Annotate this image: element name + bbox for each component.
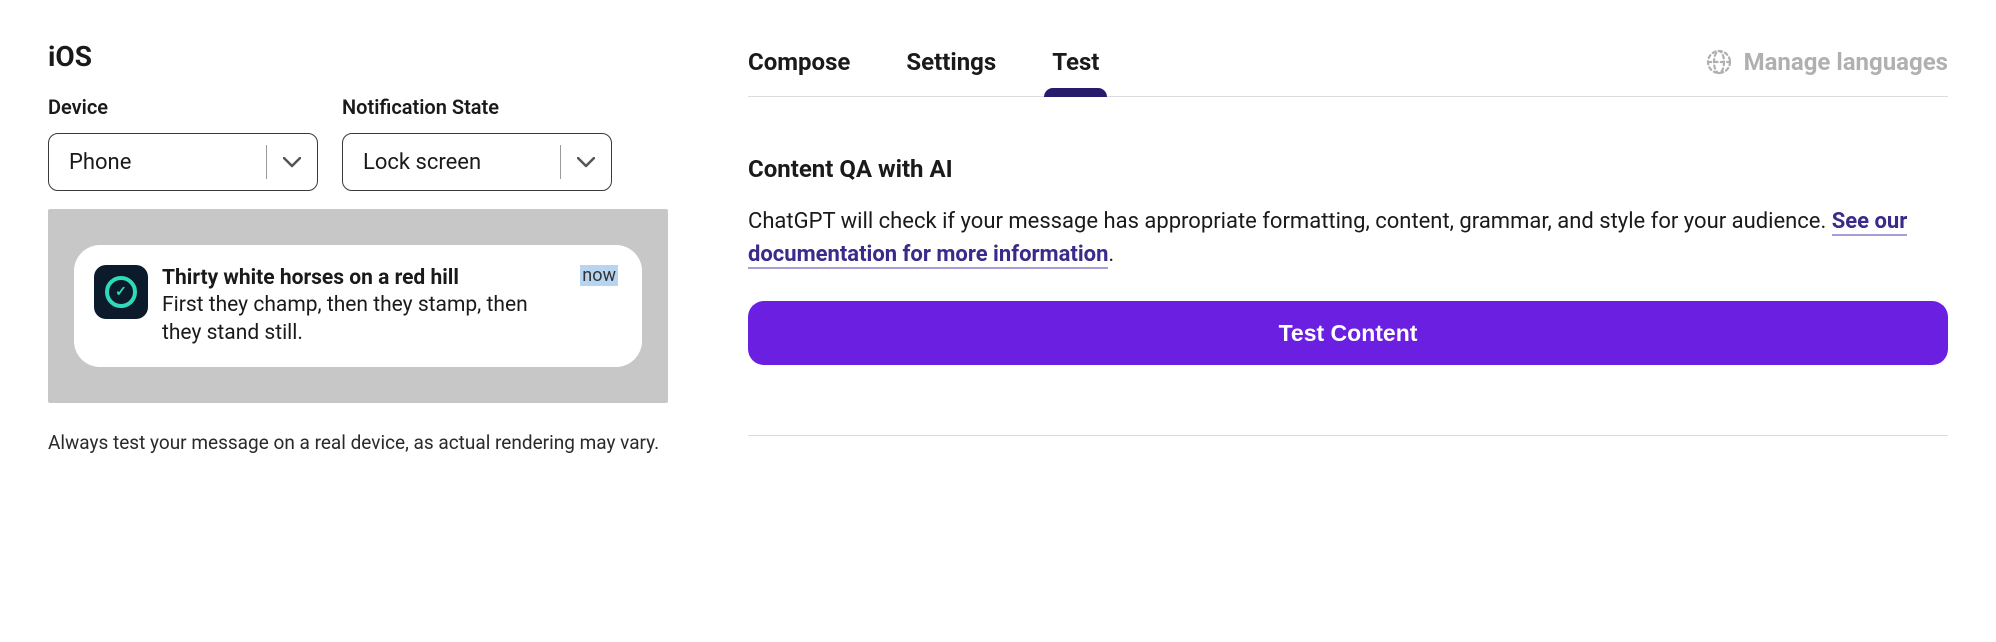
qa-desc-suffix: . xyxy=(1108,242,1114,267)
editor-panel: Compose Settings Test Manage languages C… xyxy=(748,40,1948,456)
state-select[interactable]: Lock screen xyxy=(342,133,612,191)
chevron-down-icon xyxy=(561,157,611,168)
chevron-down-icon xyxy=(267,157,317,168)
device-select-group: Device Phone xyxy=(48,95,318,191)
content-qa-description: ChatGPT will check if your message has a… xyxy=(748,205,1948,271)
tabs-row: Compose Settings Test Manage languages xyxy=(748,40,1948,97)
preview-helper-text: Always test your message on a real devic… xyxy=(48,429,668,457)
notification-card: ✓ Thirty white horses on a red hill Firs… xyxy=(74,245,642,367)
device-select-label: Device xyxy=(48,95,318,119)
preview-panel: iOS Device Phone Notification State Lock… xyxy=(48,40,668,456)
state-select-label: Notification State xyxy=(342,95,612,119)
state-select-group: Notification State Lock screen xyxy=(342,95,612,191)
manage-languages-button[interactable]: Manage languages xyxy=(1706,48,1948,88)
manage-languages-label: Manage languages xyxy=(1744,48,1948,76)
tab-test[interactable]: Test xyxy=(1052,40,1099,96)
device-select-value: Phone xyxy=(49,150,266,175)
tab-settings[interactable]: Settings xyxy=(906,40,996,96)
notification-body: Thirty white horses on a red hill First … xyxy=(162,265,566,347)
state-select-value: Lock screen xyxy=(343,150,560,175)
content-qa-title: Content QA with AI xyxy=(748,155,1948,183)
notification-text: First they champ, then they stamp, then … xyxy=(162,292,566,347)
qa-desc-prefix: ChatGPT will check if your message has a… xyxy=(748,209,1832,234)
platform-heading: iOS xyxy=(48,40,668,73)
tab-compose[interactable]: Compose xyxy=(748,40,850,96)
notification-preview-frame: ✓ Thirty white horses on a red hill Firs… xyxy=(48,209,668,403)
device-select[interactable]: Phone xyxy=(48,133,318,191)
globe-icon xyxy=(1706,49,1732,75)
notification-title: Thirty white horses on a red hill xyxy=(162,265,566,292)
selects-row: Device Phone Notification State Lock scr… xyxy=(48,95,668,191)
app-icon: ✓ xyxy=(94,265,148,319)
test-content-button[interactable]: Test Content xyxy=(748,301,1948,365)
notification-timestamp: now xyxy=(580,265,618,286)
divider xyxy=(748,435,1948,436)
